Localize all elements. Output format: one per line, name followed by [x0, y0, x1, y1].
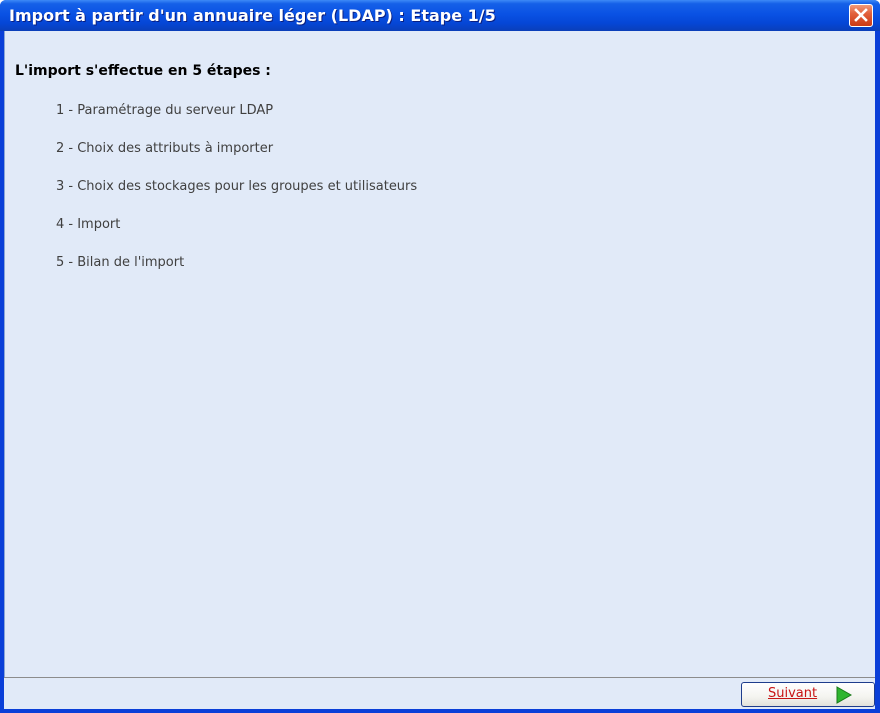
- next-button[interactable]: Suivant: [741, 682, 875, 707]
- close-button[interactable]: [849, 4, 873, 27]
- step-item: 3 - Choix des stockages pour les groupes…: [56, 179, 418, 194]
- step-item: 2 - Choix des attributs à importer: [56, 141, 274, 156]
- steps-heading: L'import s'effectue en 5 étapes :: [15, 63, 271, 79]
- title-bar[interactable]: Import à partir d'un annuaire léger (LDA…: [0, 0, 880, 31]
- step-item: 4 - Import: [56, 217, 121, 232]
- window-title: Import à partir d'un annuaire léger (LDA…: [9, 6, 496, 25]
- step-item: 5 - Bilan de l'import: [56, 255, 185, 270]
- close-icon: [854, 8, 868, 22]
- next-button-label: Suivant: [768, 686, 818, 701]
- play-arrow-icon: [836, 686, 852, 704]
- dialog-window: Import à partir d'un annuaire léger (LDA…: [0, 0, 880, 713]
- wizard-content-panel: [4, 31, 875, 677]
- window-frame-bottom: [0, 709, 880, 713]
- step-item: 1 - Paramétrage du serveur LDAP: [56, 103, 274, 118]
